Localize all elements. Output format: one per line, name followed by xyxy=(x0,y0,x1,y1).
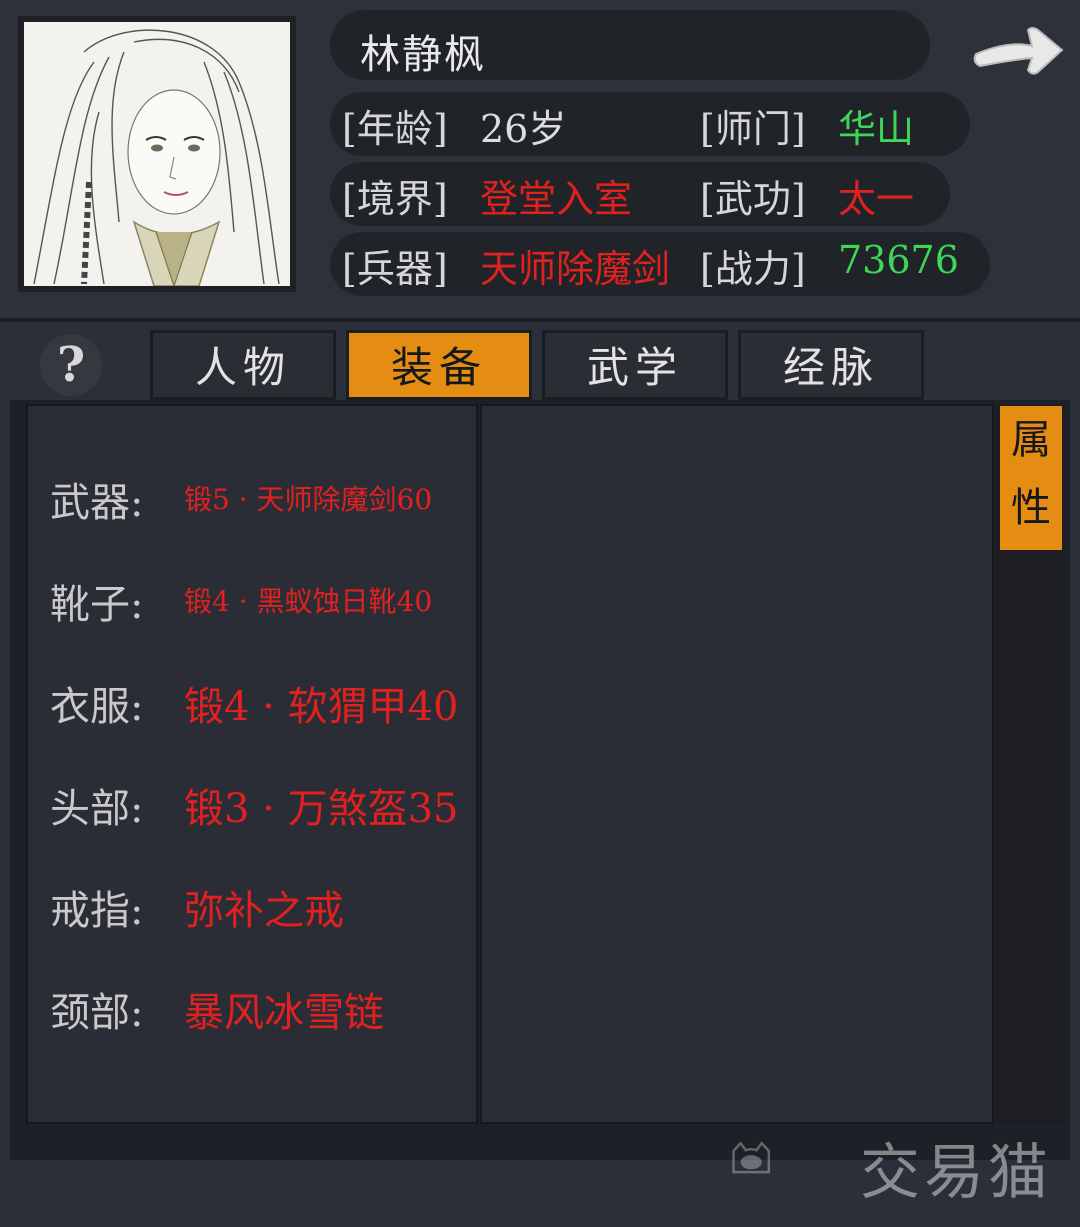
character-header: 林静枫 [年龄] 26岁 [师门] 华山 [境界] 登堂入室 [武功] 太一 [… xyxy=(0,0,1080,322)
power-value: 73676 xyxy=(838,238,959,282)
tab-meridians[interactable]: 经脉 xyxy=(738,330,924,400)
skill-value: 太一 xyxy=(838,177,915,221)
attr-tab-char2: 性 xyxy=(1011,485,1051,531)
character-portrait xyxy=(24,22,290,286)
sect-value: 华山 xyxy=(838,107,915,151)
slot-item-ring[interactable]: 弥补之戒 xyxy=(184,878,344,936)
slot-item-boots[interactable]: 锻4 · 黑蚁蚀日靴40 xyxy=(184,580,432,620)
slot-label-ring: 戒指: xyxy=(50,888,144,934)
tab-equipment[interactable]: 装备 xyxy=(346,330,532,400)
slot-label-clothes: 衣服: xyxy=(50,684,144,730)
attr-tab-char1: 属 xyxy=(1011,417,1051,463)
slot-label-weapon: 武器: xyxy=(50,480,144,526)
slot-label-head: 头部: xyxy=(50,786,144,832)
watermark-text: 交易猫 xyxy=(860,1138,1052,1208)
power-label: [战力] xyxy=(700,247,806,291)
detail-pane xyxy=(480,404,994,1124)
realm-label: [境界] xyxy=(342,177,448,221)
sect-label: [师门] xyxy=(700,107,806,151)
next-arrow-icon[interactable] xyxy=(970,16,1066,82)
help-icon[interactable]: ? xyxy=(40,334,102,396)
slot-item-clothes[interactable]: 锻4 · 软猬甲40 xyxy=(184,674,459,732)
cat-logo-icon xyxy=(732,1141,771,1174)
realm-value: 登堂入室 xyxy=(480,177,633,221)
weapon-value: 天师除魔剑 xyxy=(480,247,671,291)
slot-item-head[interactable]: 锻3 · 万煞盔35 xyxy=(184,776,459,834)
tab-martial-arts[interactable]: 武学 xyxy=(542,330,728,400)
weapon-label: [兵器] xyxy=(342,247,448,291)
age-label: [年龄] xyxy=(342,107,448,151)
slot-label-neck: 颈部: xyxy=(50,990,144,1036)
portrait-frame xyxy=(18,16,296,292)
slot-label-boots: 靴子: xyxy=(50,582,144,628)
skill-label: [武功] xyxy=(700,177,806,221)
character-name: 林静枫 xyxy=(360,32,486,78)
tab-character[interactable]: 人物 xyxy=(150,330,336,400)
slot-item-neck[interactable]: 暴风冰雪链 xyxy=(184,980,384,1038)
slot-item-weapon[interactable]: 锻5 · 天师除魔剑60 xyxy=(184,478,432,518)
tab-attributes[interactable]: 属 性 xyxy=(1000,406,1062,550)
age-value: 26岁 xyxy=(480,107,567,151)
